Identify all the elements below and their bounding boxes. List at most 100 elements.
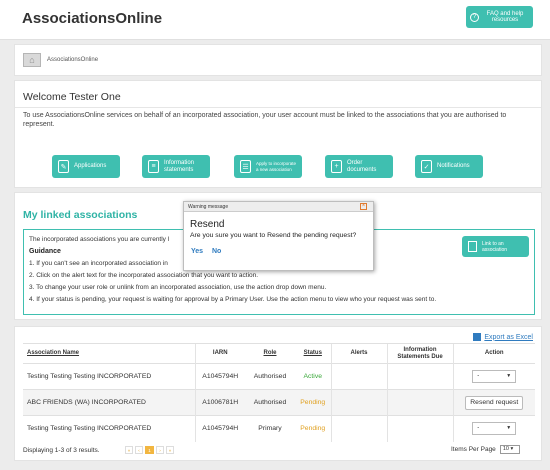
- linked-associations-title: My linked associations: [23, 209, 138, 221]
- statements-due-cell: [386, 389, 453, 416]
- action-cell: - ▼: [452, 363, 535, 390]
- col-role[interactable]: Role: [245, 343, 295, 364]
- next-page-button[interactable]: ›: [156, 446, 164, 454]
- order-documents-icon: +: [331, 160, 342, 173]
- applications-icon: ✎: [58, 160, 69, 173]
- faq-help-button[interactable]: ? FAQ and help resources: [466, 6, 533, 28]
- close-icon[interactable]: ×: [360, 203, 367, 210]
- export-excel-label: Export as Excel: [484, 333, 533, 341]
- apply-incorporate-label: Apply to incorporate a new association: [256, 161, 297, 172]
- order-documents-button[interactable]: + Order documents: [325, 155, 393, 178]
- alerts-cell: [330, 363, 387, 390]
- table-row: Testing Testing Testing INCORPORATED A10…: [23, 415, 535, 442]
- action-dropdown[interactable]: - ▼: [472, 422, 517, 436]
- items-per-page: Items Per Page 10 ▾: [451, 445, 520, 454]
- alerts-cell: [330, 389, 387, 416]
- no-button[interactable]: No: [212, 248, 221, 255]
- information-statements-icon: ≡: [148, 160, 159, 173]
- status-badge: Pending: [295, 389, 331, 416]
- items-per-page-select[interactable]: 10 ▾: [499, 445, 520, 454]
- home-icon[interactable]: ⌂: [23, 53, 41, 67]
- role-cell: Primary: [245, 415, 295, 442]
- col-action: Action: [452, 343, 535, 364]
- statements-due-cell: [386, 415, 453, 442]
- welcome-text: To use AssociationsOnline services on be…: [23, 112, 507, 128]
- link-association-label: Link to an association: [482, 240, 508, 253]
- last-page-button[interactable]: »: [166, 446, 174, 454]
- chevron-down-icon: ▼: [506, 373, 512, 379]
- divider: [15, 107, 541, 108]
- col-iarn: IARN: [194, 343, 245, 364]
- iarn-cell: A1006781H: [194, 389, 245, 416]
- iarn-cell: A1045794H: [194, 363, 245, 390]
- iarn-cell: A1045794H: [194, 415, 245, 442]
- app-title: AssociationsOnline: [22, 10, 163, 27]
- apply-incorporate-icon: ☰: [240, 160, 251, 173]
- information-statements-label: Information statements: [164, 159, 195, 173]
- table-header-row: Association Name IARN Role Status Alerts…: [23, 343, 535, 364]
- information-statements-button[interactable]: ≡ Information statements: [142, 155, 210, 178]
- status-badge: Pending: [295, 415, 331, 442]
- dialog-header: Warning message ×: [184, 202, 373, 212]
- association-name: ABC FRIENDS (WA) INCORPORATED: [23, 389, 195, 416]
- col-statements-due: Information Statements Due: [386, 343, 453, 364]
- association-name: Testing Testing Testing INCORPORATED: [23, 363, 195, 390]
- applications-label: Applications: [74, 163, 107, 169]
- linked-intro: The incorporated associations you are cu…: [29, 236, 170, 243]
- faq-help-label: FAQ and help resources: [486, 11, 524, 23]
- guidance-step-2: 2. Click on the alert text for the incor…: [29, 272, 259, 279]
- notifications-icon: ✓: [421, 160, 432, 173]
- welcome-title: Welcome Tester One: [23, 91, 121, 103]
- guidance-step-1: 1. If you can't see an incorporated asso…: [29, 260, 168, 267]
- resend-request-button[interactable]: Resend request: [465, 395, 524, 410]
- notifications-label: Notifications: [437, 163, 470, 169]
- alerts-cell: [330, 415, 387, 442]
- dialog-message: Are you sure you want to Resend the pend…: [190, 232, 357, 239]
- link-association-button[interactable]: Link to an association: [462, 236, 529, 257]
- items-per-page-value: 10: [502, 446, 509, 452]
- associations-table: Association Name IARN Role Status Alerts…: [23, 343, 535, 442]
- breadcrumb: ⌂ AssociationsOnline: [14, 44, 542, 76]
- breadcrumb-home-label[interactable]: AssociationsOnline: [47, 57, 98, 63]
- guidance-title: Guidance: [29, 248, 61, 255]
- current-page-button[interactable]: 1: [145, 446, 154, 454]
- help-icon: ?: [470, 12, 479, 22]
- chevron-down-icon: ▼: [506, 425, 512, 432]
- action-dropdown-value: -: [477, 425, 480, 432]
- action-dropdown-value: -: [477, 373, 480, 379]
- col-alerts: Alerts: [330, 343, 387, 364]
- role-cell: Authorised: [245, 389, 295, 416]
- col-association-name[interactable]: Association Name: [23, 343, 195, 364]
- role-cell: Authorised: [245, 363, 295, 390]
- associations-table-panel: Export as Excel Association Name IARN Ro…: [14, 326, 542, 461]
- guidance-step-4: 4. If your status is pending, your reque…: [29, 296, 437, 303]
- dialog-header-label: Warning message: [188, 204, 229, 210]
- action-cell: Resend request: [452, 389, 535, 416]
- applications-button[interactable]: ✎ Applications: [52, 155, 120, 178]
- order-documents-label: Order documents: [347, 159, 377, 173]
- table-row: Testing Testing Testing INCORPORATED A10…: [23, 363, 535, 390]
- first-page-button[interactable]: «: [125, 446, 133, 454]
- col-status[interactable]: Status: [295, 343, 331, 364]
- results-count: Displaying 1-3 of 3 results.: [23, 447, 100, 454]
- guidance-step-3: 3. To change your user role or unlink fr…: [29, 284, 327, 291]
- warning-dialog: Warning message × Resend Are you sure yo…: [183, 201, 374, 271]
- association-name: Testing Testing Testing INCORPORATED: [23, 415, 195, 442]
- yes-button[interactable]: Yes: [191, 248, 203, 255]
- action-cell: - ▼: [452, 415, 535, 442]
- status-badge: Active: [295, 363, 331, 390]
- dialog-title: Resend: [190, 219, 225, 230]
- excel-icon: [473, 333, 482, 341]
- apply-incorporate-button[interactable]: ☰ Apply to incorporate a new association: [234, 155, 302, 178]
- welcome-panel: Welcome Tester One To use AssociationsOn…: [14, 80, 542, 188]
- items-per-page-label: Items Per Page: [451, 446, 496, 453]
- statements-due-cell: [386, 363, 453, 390]
- action-dropdown[interactable]: - ▼: [472, 370, 517, 383]
- export-excel-link[interactable]: Export as Excel: [473, 333, 533, 341]
- notifications-button[interactable]: ✓ Notifications: [415, 155, 483, 178]
- table-row: ABC FRIENDS (WA) INCORPORATED A1006781H …: [23, 389, 535, 416]
- top-header: AssociationsOnline ? FAQ and help resour…: [0, 0, 550, 40]
- pagination: « ‹ 1 › »: [125, 446, 176, 454]
- prev-page-button[interactable]: ‹: [135, 446, 143, 454]
- link-icon: [468, 241, 477, 252]
